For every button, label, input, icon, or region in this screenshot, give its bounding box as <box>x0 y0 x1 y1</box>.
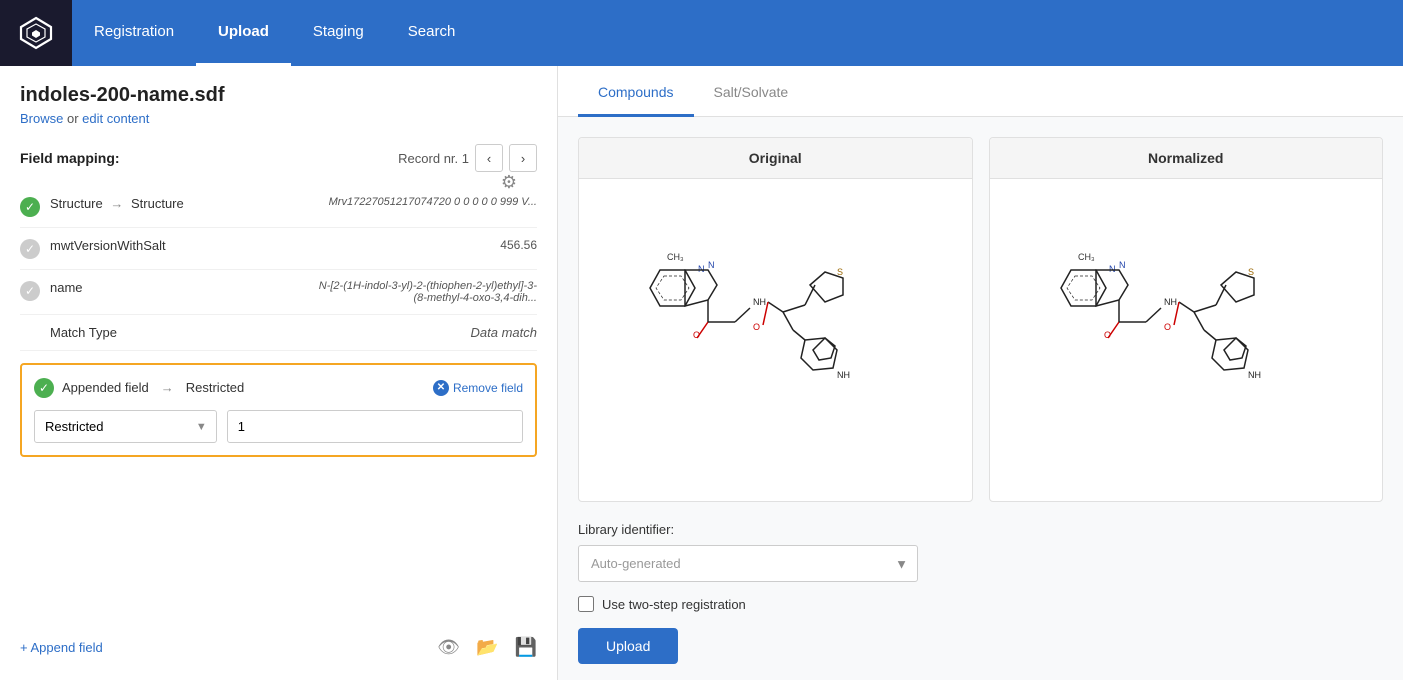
svg-text:S: S <box>1248 267 1254 277</box>
original-header: Original <box>579 138 972 179</box>
nav-search[interactable]: Search <box>386 0 478 66</box>
appended-field-box: ✓ Appended field → Restricted ✕ Remove f… <box>20 363 537 457</box>
remove-field-button[interactable]: ✕ Remove field <box>433 380 523 396</box>
svg-text:N: N <box>1109 264 1116 274</box>
appended-field-inputs: Restricted Public Private ▼ <box>34 410 523 443</box>
original-molecule-svg: CH₃ N O <box>605 230 945 450</box>
appended-field-title: ✓ Appended field → Restricted <box>34 377 244 398</box>
settings-icon[interactable]: ⚙ <box>501 172 517 193</box>
nav-staging[interactable]: Staging <box>291 0 386 66</box>
name-field-name: name <box>50 280 307 295</box>
match-type-value: Data match <box>471 325 537 340</box>
normalized-header: Normalized <box>990 138 1383 179</box>
field-row-name: ✓ name N-[2-(1H-indol-3-yl)-2-(thiophen-… <box>20 270 537 315</box>
structure-check-icon: ✓ <box>20 197 40 217</box>
appended-field-header: ✓ Appended field → Restricted ✕ Remove f… <box>34 377 523 398</box>
original-molecule-card: Original CH₃ N <box>578 137 973 502</box>
svg-text:CH₃: CH₃ <box>667 252 684 262</box>
two-step-checkbox[interactable] <box>578 596 594 612</box>
mwt-check-icon: ✓ <box>20 239 40 259</box>
svg-text:O: O <box>1164 322 1171 332</box>
normalized-molecule-svg: CH₃ N O NH O <box>1016 230 1356 450</box>
library-select[interactable]: Auto-generated <box>578 545 918 582</box>
normalized-molecule-body: CH₃ N O NH O <box>990 179 1383 501</box>
appended-field-label: Appended field <box>62 380 149 395</box>
nav-registration[interactable]: Registration <box>72 0 196 66</box>
tab-compounds[interactable]: Compounds <box>578 66 694 117</box>
file-subtitle: Browse or edit content <box>20 111 537 126</box>
two-step-row: Use two-step registration <box>578 596 1383 612</box>
match-type-row: Match Type Data match <box>20 315 537 351</box>
upload-button[interactable]: Upload <box>578 628 678 664</box>
svg-text:N: N <box>1119 260 1126 270</box>
topnav-links: Registration Upload Staging Search <box>72 0 477 66</box>
topnav: Registration Upload Staging Search <box>0 0 1403 66</box>
record-label: Record nr. 1 <box>398 151 469 166</box>
remove-field-label: Remove field <box>453 381 523 395</box>
name-check-icon: ✓ <box>20 281 40 301</box>
svg-text:N: N <box>708 260 715 270</box>
svg-text:NH: NH <box>837 370 850 380</box>
library-identifier-label: Library identifier: <box>578 522 1383 537</box>
field-row-mwt: ✓ mwtVersionWithSalt 456.56 <box>20 228 537 270</box>
file-title: indoles-200-name.sdf <box>20 84 537 107</box>
appended-field-select[interactable]: Restricted Public Private <box>34 410 217 443</box>
bottom-icons: 👁 📂 💾 <box>437 637 537 658</box>
append-field-button[interactable]: + Append field <box>20 640 103 655</box>
library-section: Library identifier: Auto-generated ▼ Use… <box>558 522 1403 680</box>
next-record-button[interactable]: › <box>509 144 537 172</box>
library-select-wrap: Auto-generated ▼ <box>578 545 918 582</box>
app-logo <box>0 0 72 66</box>
prev-record-button[interactable]: ‹ <box>475 144 503 172</box>
mwt-field-value: 456.56 <box>500 238 537 252</box>
normalized-molecule-card: Normalized CH₃ N O NH <box>989 137 1384 502</box>
appended-field-input[interactable] <box>227 410 523 443</box>
appended-check-icon: ✓ <box>34 378 54 398</box>
original-molecule-body: CH₃ N O <box>579 179 972 501</box>
field-row-structure: ✓ Structure → Structure Mrv1722705121707… <box>20 186 537 228</box>
nav-upload[interactable]: Upload <box>196 0 291 66</box>
svg-text:O: O <box>753 322 760 332</box>
folder-icon[interactable]: 📂 <box>476 637 498 658</box>
main-layout: indoles-200-name.sdf Browse or edit cont… <box>0 66 1403 680</box>
edit-content-link[interactable]: edit content <box>82 111 149 126</box>
svg-text:CH₃: CH₃ <box>1078 252 1095 262</box>
svg-text:S: S <box>837 267 843 277</box>
left-panel-header: indoles-200-name.sdf Browse or edit cont… <box>20 84 537 144</box>
record-nav: Record nr. 1 ‹ › <box>398 144 537 172</box>
save-icon[interactable]: 💾 <box>515 637 537 658</box>
field-mapping-header: Field mapping: Record nr. 1 ‹ › <box>20 144 537 172</box>
two-step-label[interactable]: Use two-step registration <box>602 597 746 612</box>
tabs-bar: Compounds Salt/Solvate <box>558 66 1403 117</box>
left-panel: indoles-200-name.sdf Browse or edit cont… <box>0 66 558 680</box>
field-mapping-label: Field mapping: <box>20 150 120 166</box>
appended-field-select-wrap: Restricted Public Private ▼ <box>34 410 217 443</box>
structure-field-value: Mrv17227051217074720 0 0 0 0 0 999 V... <box>329 196 537 208</box>
molecule-area: Original CH₃ N <box>558 117 1403 522</box>
mwt-field-name: mwtVersionWithSalt <box>50 238 490 253</box>
svg-text:NH: NH <box>1164 297 1177 307</box>
right-panel: Compounds Salt/Solvate Original CH₃ <box>558 66 1403 680</box>
svg-text:NH: NH <box>1248 370 1261 380</box>
remove-field-icon: ✕ <box>433 380 449 396</box>
svg-text:N: N <box>698 264 705 274</box>
svg-text:NH: NH <box>753 297 766 307</box>
name-field-value: N-[2-(1H-indol-3-yl)-2-(thiophen-2-yl)et… <box>317 280 537 304</box>
match-type-label: Match Type <box>50 325 461 340</box>
structure-field-name: Structure → Structure <box>50 196 319 211</box>
preview-icon[interactable]: 👁 <box>437 637 460 658</box>
bottom-bar: + Append field 👁 📂 💾 <box>20 623 537 662</box>
tab-salt-solvate[interactable]: Salt/Solvate <box>694 66 809 117</box>
browse-link[interactable]: Browse <box>20 111 63 126</box>
appended-field-target: Restricted <box>186 380 245 395</box>
